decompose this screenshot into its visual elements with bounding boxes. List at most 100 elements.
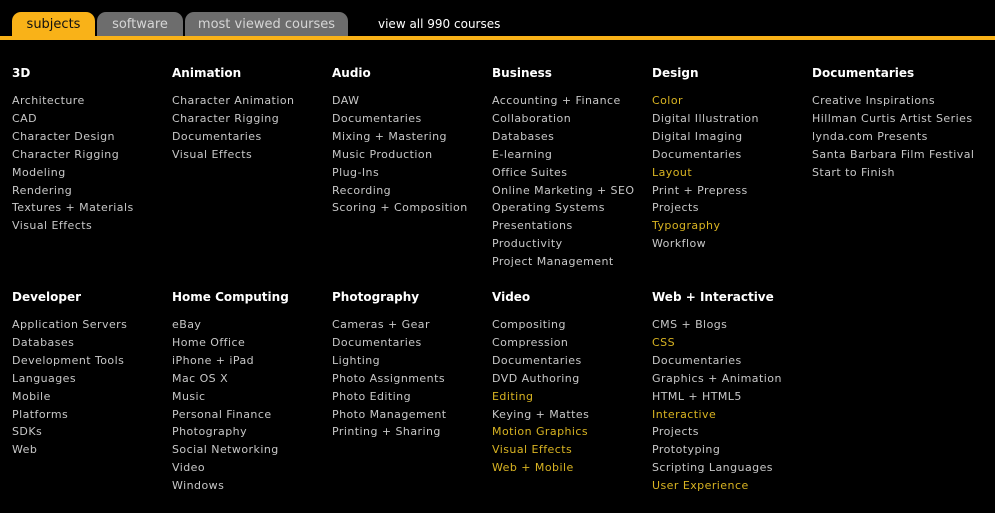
subject-link[interactable]: Online Marketing + SEO xyxy=(492,182,652,200)
category-title[interactable]: Developer xyxy=(12,290,172,316)
subject-link[interactable]: Documentaries xyxy=(332,334,492,352)
subject-link[interactable]: iPhone + iPad xyxy=(172,352,332,370)
subject-link[interactable]: Interactive xyxy=(652,406,812,424)
subject-link[interactable]: User Experience xyxy=(652,477,812,495)
subject-link[interactable]: Printing + Sharing xyxy=(332,423,492,441)
subject-link[interactable]: Character Animation xyxy=(172,92,332,110)
subject-link[interactable]: Documentaries xyxy=(492,352,652,370)
subject-link[interactable]: Mac OS X xyxy=(172,370,332,388)
subject-link[interactable]: Scripting Languages xyxy=(652,459,812,477)
subject-link[interactable]: DVD Authoring xyxy=(492,370,652,388)
subject-link[interactable]: Hillman Curtis Artist Series xyxy=(812,110,972,128)
subject-link[interactable]: Productivity xyxy=(492,235,652,253)
subject-link[interactable]: Recording xyxy=(332,182,492,200)
subject-link[interactable]: Plug-Ins xyxy=(332,164,492,182)
subject-link[interactable]: Web + Mobile xyxy=(492,459,652,477)
subject-link[interactable]: Compositing xyxy=(492,316,652,334)
subject-link[interactable]: Application Servers xyxy=(12,316,172,334)
category-title[interactable]: Photography xyxy=(332,290,492,316)
category-title[interactable]: Audio xyxy=(332,66,492,92)
subject-link[interactable]: Databases xyxy=(492,128,652,146)
subject-link[interactable]: Visual Effects xyxy=(12,217,172,235)
subject-link[interactable]: Photography xyxy=(172,423,332,441)
subject-link[interactable]: Visual Effects xyxy=(492,441,652,459)
subject-link[interactable]: Collaboration xyxy=(492,110,652,128)
subject-link[interactable]: Office Suites xyxy=(492,164,652,182)
view-all-courses-link[interactable]: view all 990 courses xyxy=(378,17,500,31)
subject-link[interactable]: lynda.com Presents xyxy=(812,128,972,146)
subject-link[interactable]: Graphics + Animation xyxy=(652,370,812,388)
subject-link[interactable]: Databases xyxy=(12,334,172,352)
subject-link[interactable]: Photo Assignments xyxy=(332,370,492,388)
subject-link[interactable]: Personal Finance xyxy=(172,406,332,424)
subject-link[interactable]: Creative Inspirations xyxy=(812,92,972,110)
subject-link[interactable]: Editing xyxy=(492,388,652,406)
category-title[interactable]: Video xyxy=(492,290,652,316)
subject-link[interactable]: CSS xyxy=(652,334,812,352)
subject-link[interactable]: Character Design xyxy=(12,128,172,146)
subject-link[interactable]: Mobile xyxy=(12,388,172,406)
subject-link[interactable]: Music Production xyxy=(332,146,492,164)
subject-link[interactable]: Music xyxy=(172,388,332,406)
category-title[interactable]: Documentaries xyxy=(812,66,972,92)
subject-link[interactable]: Prototyping xyxy=(652,441,812,459)
subject-link[interactable]: Modeling xyxy=(12,164,172,182)
subject-link[interactable]: Layout xyxy=(652,164,812,182)
subject-link[interactable]: Keying + Mattes xyxy=(492,406,652,424)
category-title[interactable]: Home Computing xyxy=(172,290,332,316)
subject-link[interactable]: Compression xyxy=(492,334,652,352)
category-title[interactable]: 3D xyxy=(12,66,172,92)
tab-software[interactable]: software xyxy=(97,12,183,38)
subject-link[interactable]: Accounting + Finance xyxy=(492,92,652,110)
subject-link[interactable]: Web xyxy=(12,441,172,459)
subject-link[interactable]: Photo Management xyxy=(332,406,492,424)
subject-link[interactable]: Visual Effects xyxy=(172,146,332,164)
category-title[interactable]: Design xyxy=(652,66,812,92)
category-title[interactable]: Animation xyxy=(172,66,332,92)
subject-link[interactable]: HTML + HTML5 xyxy=(652,388,812,406)
subject-link[interactable]: Architecture xyxy=(12,92,172,110)
subject-link[interactable]: Photo Editing xyxy=(332,388,492,406)
subject-link[interactable]: Typography xyxy=(652,217,812,235)
subject-link[interactable]: Santa Barbara Film Festival xyxy=(812,146,974,164)
subject-link[interactable]: Motion Graphics xyxy=(492,423,652,441)
subject-link[interactable]: Presentations xyxy=(492,217,652,235)
subject-link[interactable]: Start to Finish xyxy=(812,164,972,182)
subject-link[interactable]: CMS + Blogs xyxy=(652,316,812,334)
subject-link[interactable]: Character Rigging xyxy=(12,146,172,164)
subject-link[interactable]: Documentaries xyxy=(172,128,332,146)
category-title[interactable]: Web + Interactive xyxy=(652,290,812,316)
subject-link[interactable]: Digital Illustration xyxy=(652,110,812,128)
subject-link[interactable]: Scoring + Composition xyxy=(332,199,492,217)
subject-link[interactable]: Languages xyxy=(12,370,172,388)
subject-link[interactable]: Home Office xyxy=(172,334,332,352)
subject-link[interactable]: Character Rigging xyxy=(172,110,332,128)
subject-link[interactable]: Workflow xyxy=(652,235,812,253)
subject-link[interactable]: Documentaries xyxy=(652,146,812,164)
subject-link[interactable]: Platforms xyxy=(12,406,172,424)
subject-link[interactable]: Video xyxy=(172,459,332,477)
subject-link[interactable]: Project Management xyxy=(492,253,652,271)
subject-link[interactable]: SDKs xyxy=(12,423,172,441)
subject-link[interactable]: Digital Imaging xyxy=(652,128,812,146)
subject-link[interactable]: Operating Systems xyxy=(492,199,652,217)
subject-link[interactable]: Social Networking xyxy=(172,441,332,459)
subject-link[interactable]: Textures + Materials xyxy=(12,199,172,217)
category-title[interactable]: Business xyxy=(492,66,652,92)
subject-link[interactable]: Mixing + Mastering xyxy=(332,128,492,146)
subject-link[interactable]: Projects xyxy=(652,199,812,217)
tab-subjects[interactable]: subjects xyxy=(12,12,95,38)
subject-link[interactable]: Rendering xyxy=(12,182,172,200)
subject-link[interactable]: Windows xyxy=(172,477,332,495)
subject-link[interactable]: E-learning xyxy=(492,146,652,164)
subject-link[interactable]: Development Tools xyxy=(12,352,172,370)
subject-link[interactable]: eBay xyxy=(172,316,332,334)
subject-link[interactable]: Cameras + Gear xyxy=(332,316,492,334)
subject-link[interactable]: Print + Prepress xyxy=(652,182,812,200)
subject-link[interactable]: CAD xyxy=(12,110,172,128)
subject-link[interactable]: Projects xyxy=(652,423,812,441)
subject-link[interactable]: DAW xyxy=(332,92,492,110)
subject-link[interactable]: Color xyxy=(652,92,812,110)
subject-link[interactable]: Documentaries xyxy=(652,352,812,370)
tab-most-viewed-courses[interactable]: most viewed courses xyxy=(185,12,348,38)
